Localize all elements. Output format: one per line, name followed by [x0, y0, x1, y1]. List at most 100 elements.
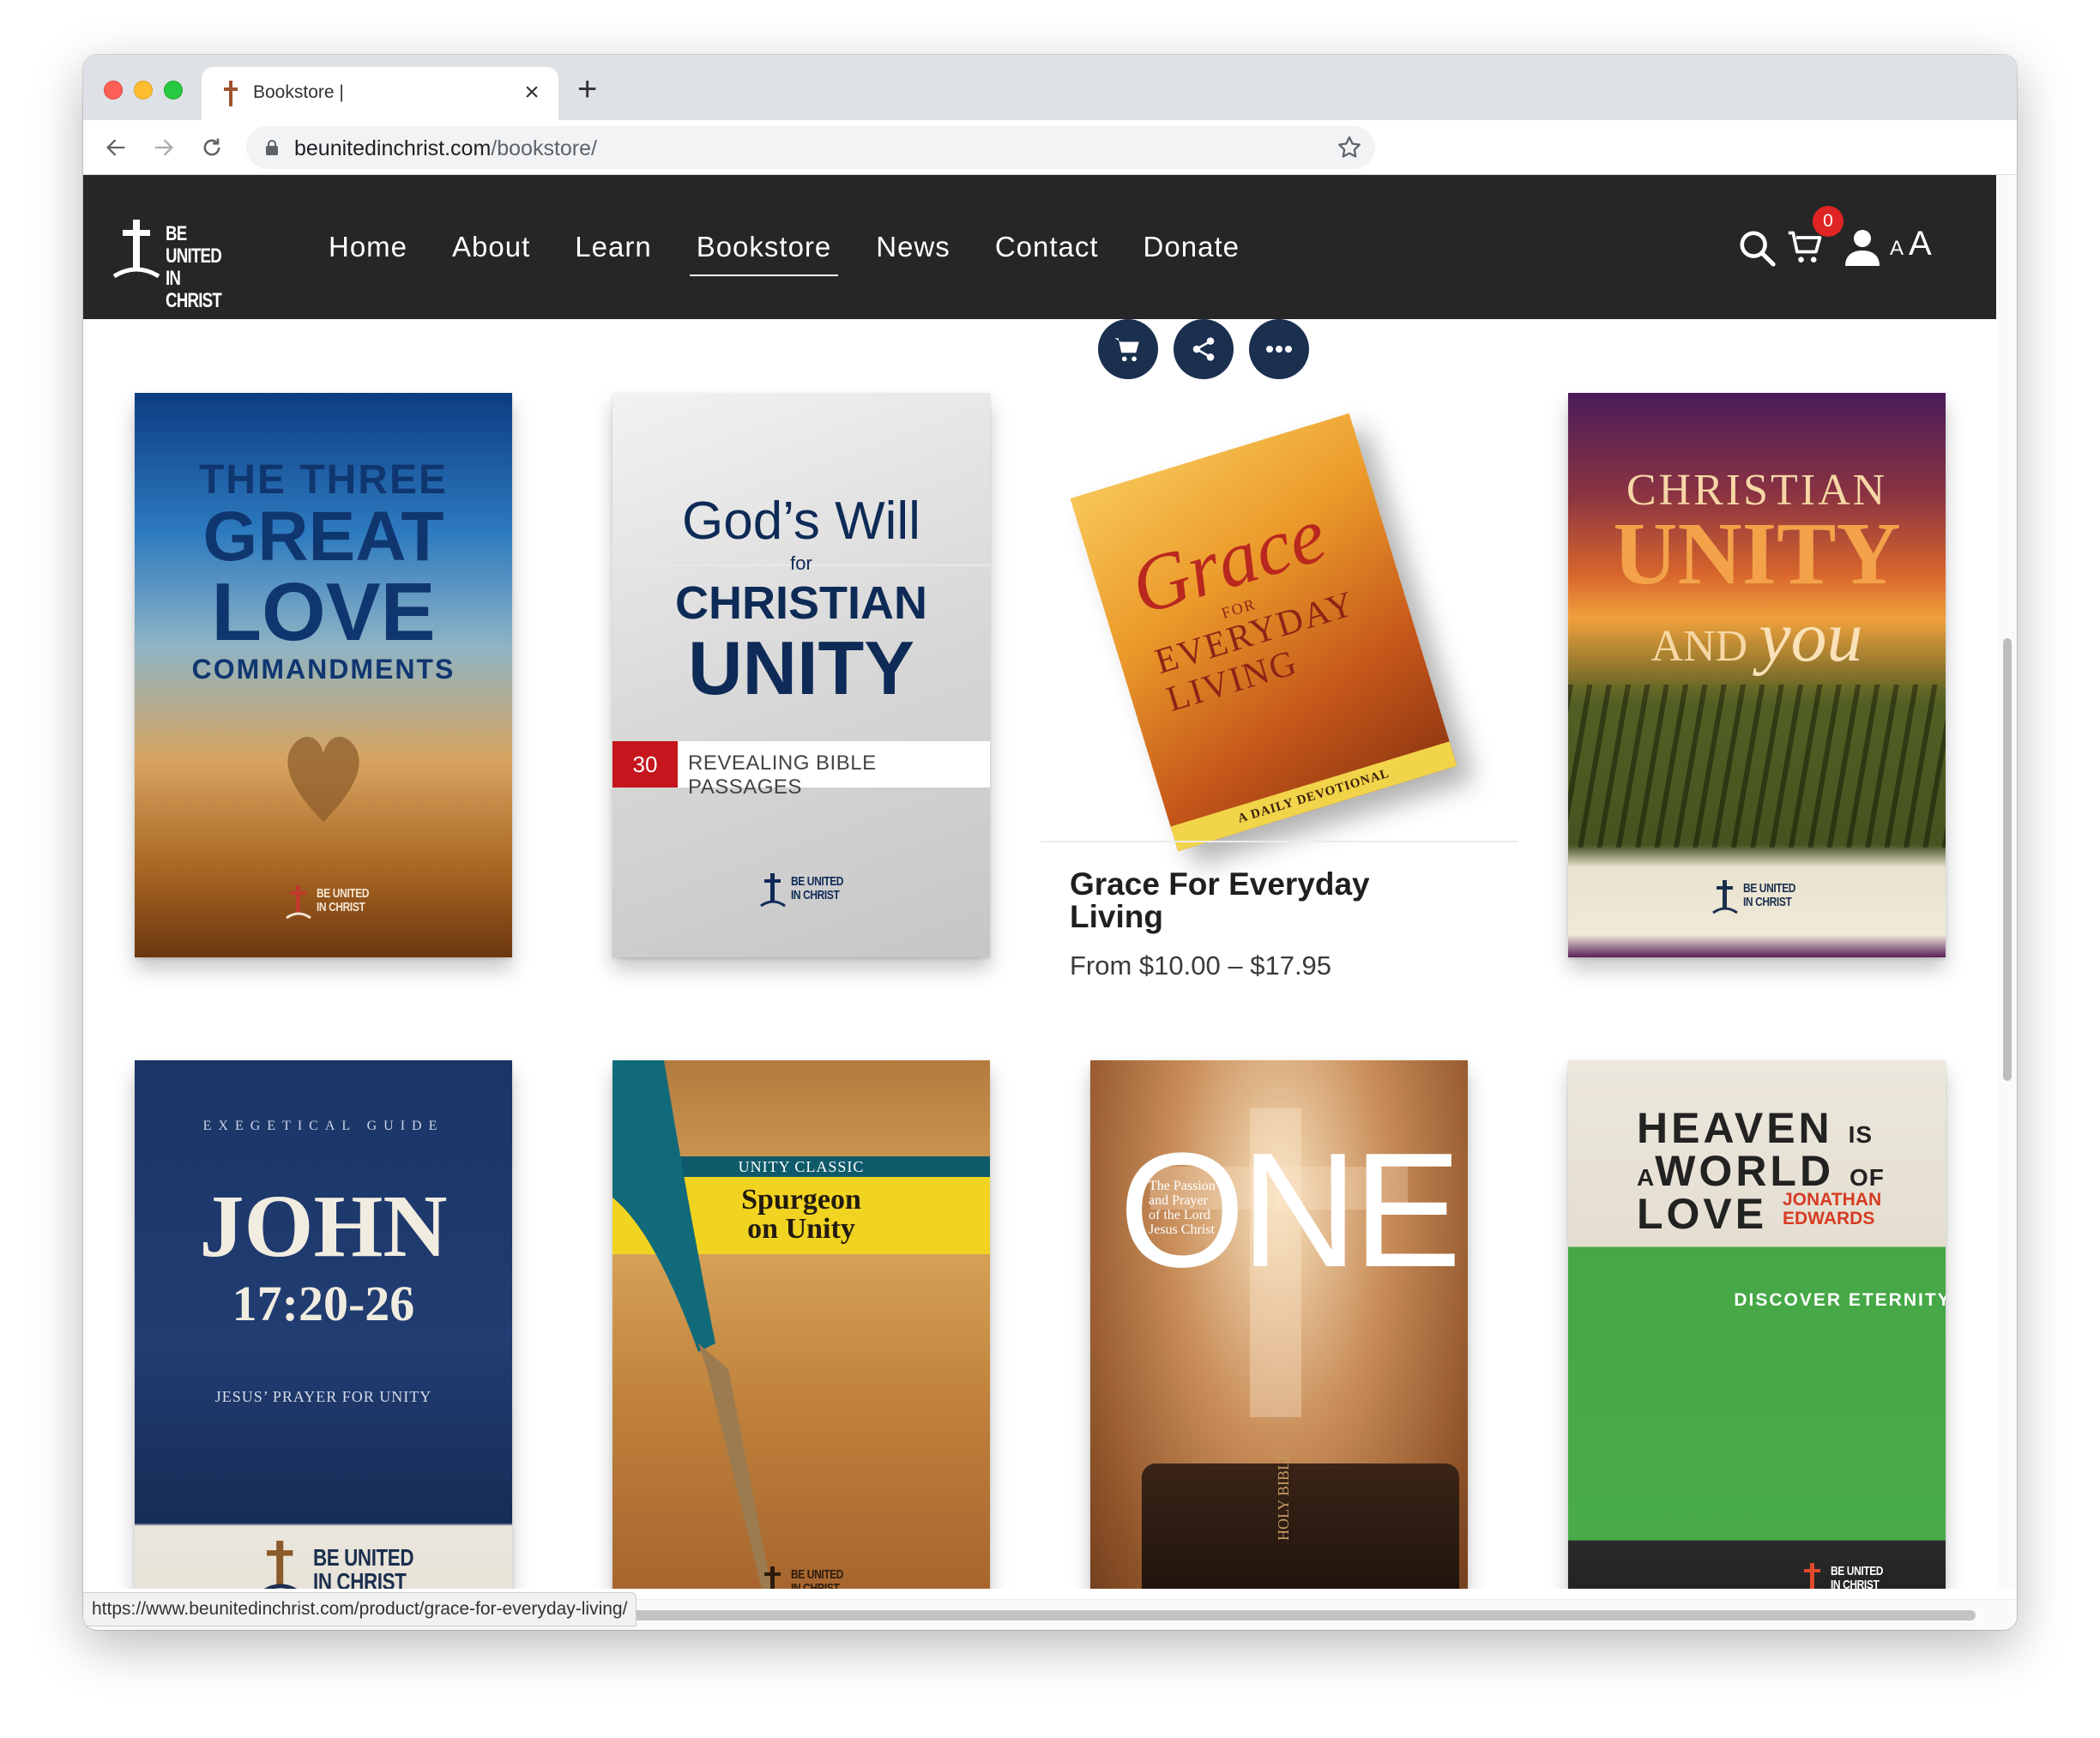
publisher-wordmark: BE UNITED IN CHRIST: [791, 875, 843, 902]
nav-donate[interactable]: Donate: [1137, 223, 1246, 271]
more-options-button[interactable]: [1249, 319, 1309, 379]
url-host: beunitedinchrist.com: [294, 136, 492, 160]
bible-label: HOLY BIBLE: [1275, 1451, 1292, 1541]
cross-logo-icon: [286, 885, 311, 920]
book-title-line: for: [790, 552, 812, 574]
publisher-wordmark: BE UNITED IN CHRIST: [313, 1544, 414, 1590]
new-tab-button[interactable]: +: [577, 69, 597, 110]
product-title[interactable]: Grace For Everyday Living: [1070, 868, 1430, 933]
publisher-line: IN CHRIST: [1743, 895, 1792, 909]
product-card-christian-unity-and-you[interactable]: CHRISTIAN UNITY AND you BE UNITED IN CHRI…: [1568, 393, 1946, 957]
product-card-heaven-is-a-world-of-love[interactable]: HEAVEN IS AWORLD OF LOVE JONATHAN EDWARDS…: [1568, 1060, 1946, 1589]
book-title-line: LOVE: [211, 566, 436, 658]
forward-button[interactable]: [145, 129, 183, 166]
reload-button[interactable]: [193, 129, 231, 166]
book-title-line: AND you: [1568, 595, 1946, 679]
book-number-badge: 30: [612, 741, 678, 788]
book-title-line: LOVE: [1637, 1190, 1768, 1238]
book-author: JONATHAN EDWARDS: [1783, 1191, 1881, 1228]
share-button[interactable]: [1174, 319, 1234, 379]
nav-news[interactable]: News: [869, 223, 957, 271]
product-grid: THE THREE GREAT LOVE COMMANDMENTS BE UNI…: [83, 319, 1996, 1589]
book-title-word: you: [1759, 597, 1863, 677]
cross-logo-icon: [112, 220, 160, 279]
cross-logo-icon: [1804, 1563, 1820, 1589]
vertical-scroll-thumb[interactable]: [2003, 638, 2012, 1081]
bible-illustration: [1142, 1463, 1459, 1589]
publisher-line: BE UNITED: [1831, 1564, 1884, 1578]
publisher-line: IN CHRIST: [791, 1581, 840, 1590]
close-window-button[interactable]: [104, 81, 123, 100]
book-tagline: DISCOVER ETERNITY: [1734, 1290, 1946, 1310]
book-title-word: OF: [1849, 1164, 1885, 1191]
publisher-line: IN CHRIST: [791, 888, 840, 902]
book-title-line: Spurgeon: [741, 1184, 861, 1216]
book-subtitle: The Passion and Prayer of the Lord Jesus…: [1149, 1179, 1216, 1237]
book-subtitle: REVEALING BIBLE PASSAGES: [688, 751, 877, 799]
product-card-three-great-love-commandments[interactable]: THE THREE GREAT LOVE COMMANDMENTS BE UNI…: [135, 393, 512, 957]
product-price: From $10.00 – $17.95: [1070, 950, 1332, 981]
maximize-window-button[interactable]: [164, 81, 183, 100]
product-card-grace-for-everyday-living[interactable]: Grace FOR EVERYDAY LIVING A DAILY DEVOTI…: [1070, 413, 1457, 852]
font-size-toggle[interactable]: AA: [1890, 225, 1932, 263]
nav-contact[interactable]: Contact: [988, 223, 1106, 271]
link-status-bar: https://www.beunitedinchrist.com/product…: [83, 1592, 637, 1626]
author-line: EDWARDS: [1783, 1209, 1875, 1228]
publisher-logo: BE UNITED IN CHRIST: [760, 873, 854, 916]
add-to-cart-button[interactable]: [1098, 319, 1158, 379]
product-quick-actions: [1098, 319, 1321, 379]
browser-toolbar: beunitedinchrist.com/bookstore/: [83, 120, 2017, 175]
tab-title: Bookstore |: [253, 82, 344, 102]
address-bar[interactable]: beunitedinchrist.com/bookstore/: [246, 126, 1375, 169]
publisher-line: BE UNITED: [313, 1544, 414, 1571]
logo-line-1: BE UNITED: [166, 222, 222, 268]
back-button[interactable]: [97, 129, 135, 166]
share-icon: [1192, 337, 1215, 361]
product-card-gods-will-for-christian-unity[interactable]: God’s Will for CHRISTIAN UNITY 30 REVEAL…: [612, 393, 990, 957]
bookmark-star-icon[interactable]: [1336, 134, 1363, 161]
nav-bookstore[interactable]: Bookstore: [689, 223, 839, 276]
browser-window: Bookstore | × + beunitedinchrist.com/boo…: [83, 55, 2017, 1630]
browser-tab[interactable]: Bookstore | ×: [202, 67, 558, 120]
cart-count-badge[interactable]: 0: [1813, 206, 1844, 237]
horizontal-scroll-thumb[interactable]: [632, 1610, 1976, 1620]
publisher-wordmark: BE UNITED IN CHRIST: [791, 1568, 843, 1590]
book-subtitle-banner: 30 REVEALING BIBLE PASSAGES: [612, 741, 990, 799]
site-logo[interactable]: BE UNITED IN CHRIST: [112, 220, 258, 312]
book-heart-pages-icon: [287, 736, 359, 822]
search-icon[interactable]: [1737, 228, 1777, 268]
ellipsis-icon: [1266, 346, 1292, 353]
book-title-line: God’s Will: [682, 492, 920, 551]
vertical-scrollbar[interactable]: [1998, 175, 2017, 1589]
tab-close-icon[interactable]: ×: [519, 75, 545, 110]
arrow-left-icon: [106, 139, 125, 156]
publisher-wordmark: BE UNITED IN CHRIST: [317, 887, 369, 914]
arrow-right-icon: [154, 139, 173, 156]
product-card-one[interactable]: ONE The Passion and Prayer of the Lord J…: [1090, 1060, 1468, 1589]
cross-logo-icon: [760, 873, 786, 908]
main-nav: Home About Learn Bookstore News Contact …: [322, 175, 1277, 319]
book-title-line: THE THREE: [198, 457, 448, 503]
publisher-line: IN CHRIST: [313, 1568, 407, 1590]
cross-favicon-icon: [224, 81, 238, 106]
book-title-line: UNITY: [688, 625, 914, 710]
book-title-line: JOHN: [199, 1177, 448, 1276]
product-card-spurgeon-on-unity[interactable]: UNITY CLASSIC Spurgeon on Unity BE UNITE…: [612, 1060, 990, 1589]
nav-home[interactable]: Home: [322, 223, 414, 271]
product-card-john-17-20-26[interactable]: EXEGETICAL GUIDE JOHN 17:20-26 JESUS’ PR…: [135, 1060, 512, 1589]
font-size-large[interactable]: A: [1909, 225, 1932, 263]
cross-logo-icon: [764, 1566, 781, 1589]
book-title-line: on Unity: [747, 1213, 855, 1245]
book-title-line: EXEGETICAL GUIDE: [202, 1119, 444, 1133]
cross-logo-icon: [1712, 880, 1738, 914]
book-subtitle: JESUS’ PRAYER FOR UNITY: [214, 1388, 432, 1405]
publisher-line: BE UNITED: [1743, 881, 1796, 896]
book-title-line: UNITY: [1613, 504, 1901, 603]
url-path: /bookstore/: [491, 136, 597, 160]
user-account-icon[interactable]: [1845, 228, 1880, 266]
minimize-window-button[interactable]: [134, 81, 153, 100]
nav-about[interactable]: About: [445, 223, 537, 271]
nav-learn[interactable]: Learn: [568, 223, 658, 271]
quill-pen-icon: [612, 1060, 772, 1589]
font-size-small[interactable]: A: [1890, 237, 1904, 260]
